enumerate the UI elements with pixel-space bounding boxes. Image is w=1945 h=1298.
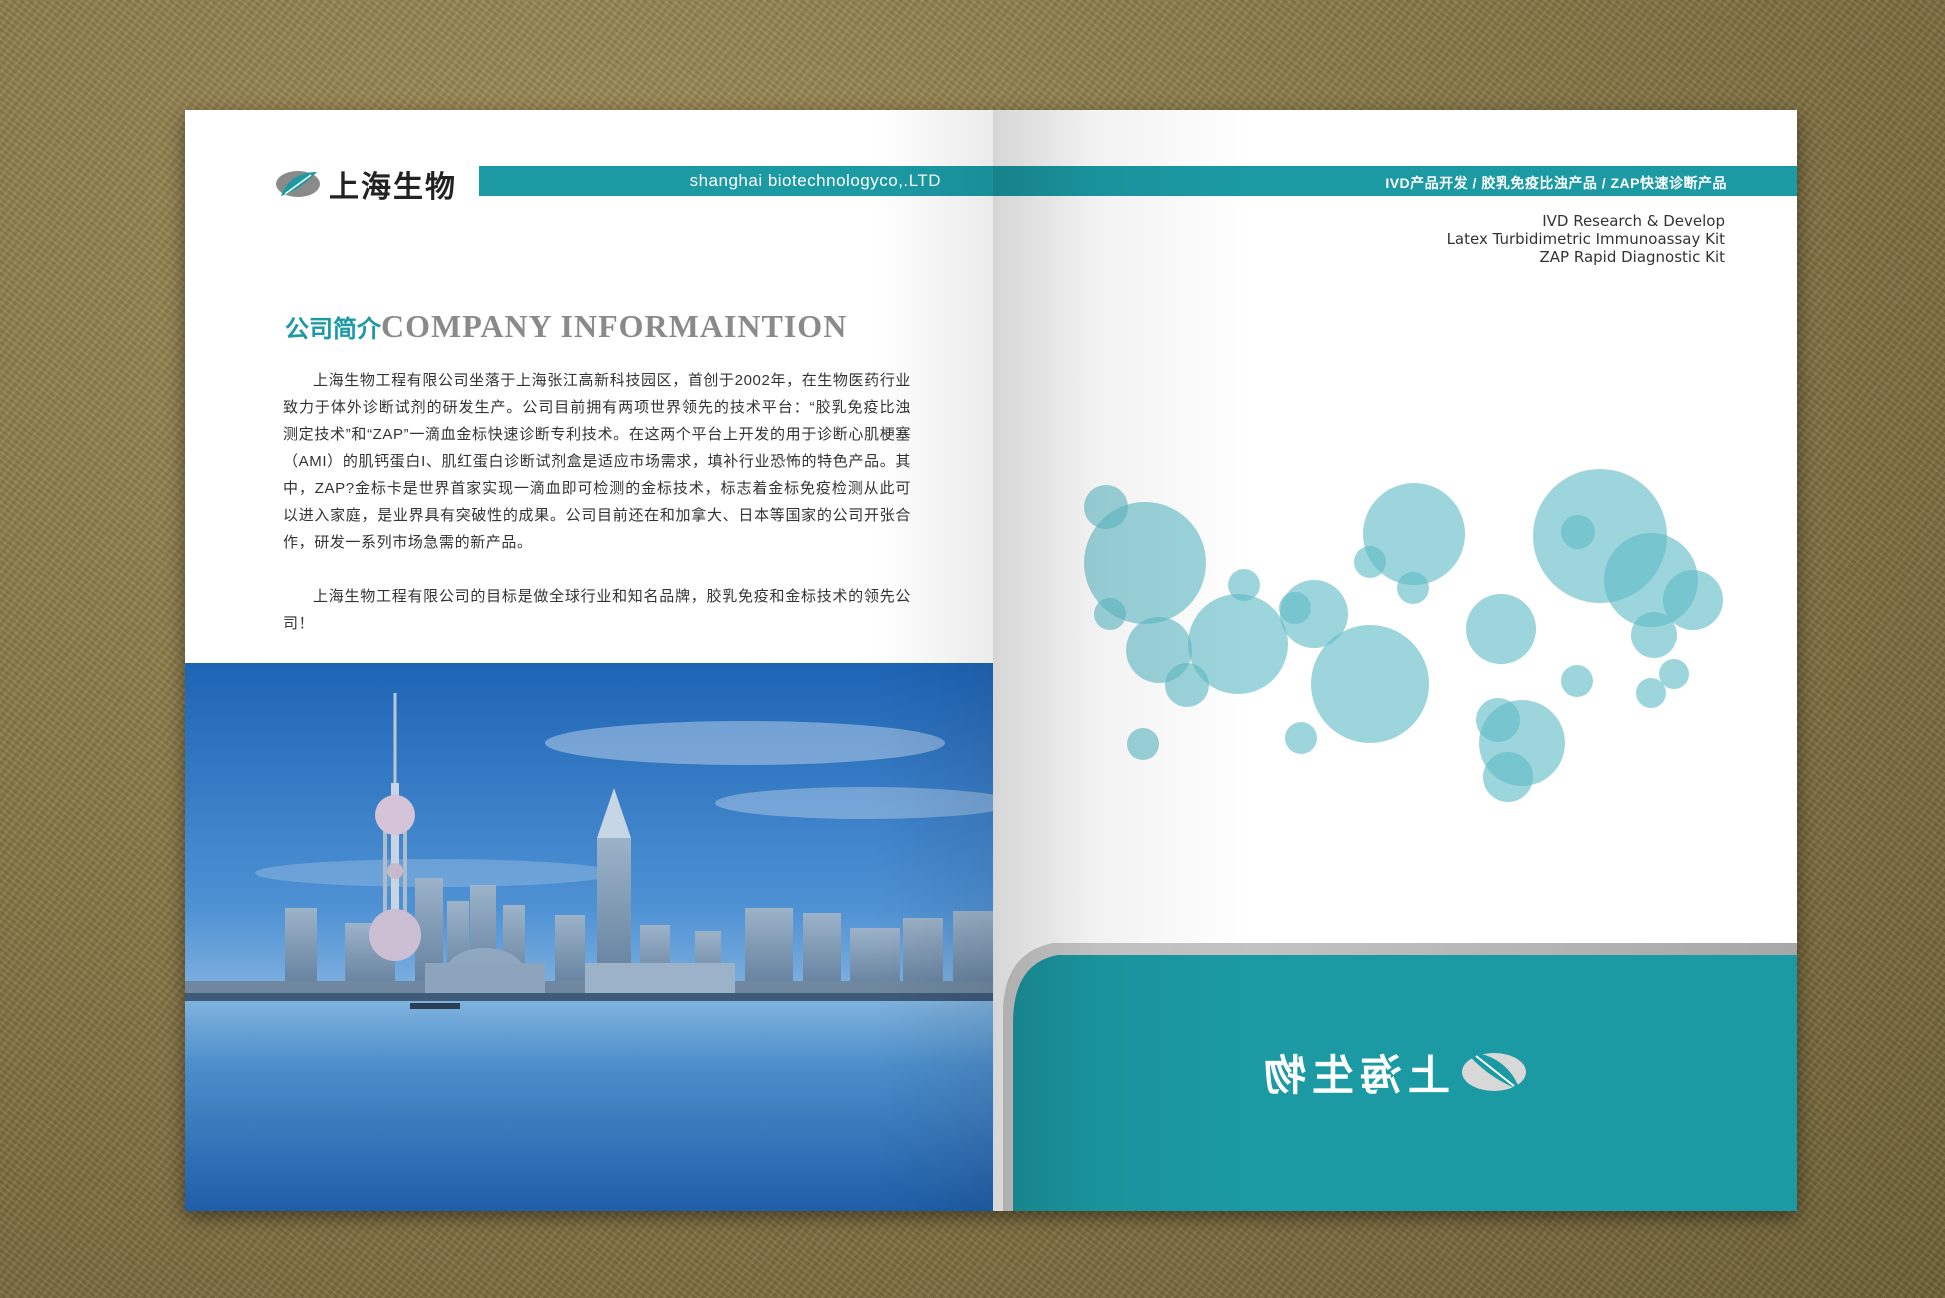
bubble xyxy=(1311,625,1429,743)
brochure-spread: 上海生物 shanghai biotechnologyco,.LTD 公司简介C… xyxy=(185,110,1797,1211)
brand-name: 上海生物 xyxy=(329,171,457,204)
bottom-logo-text: 上海生物 xyxy=(1258,1051,1450,1100)
section-title-cn: 公司简介 xyxy=(285,316,381,343)
intro-paragraph-2: 上海生物工程有限公司的目标是做全球行业和知名品牌，胶乳免疫和金标技术的领先公司！ xyxy=(283,588,911,632)
leaf-logo-icon xyxy=(1462,1052,1526,1091)
shanghai-skyline-photo xyxy=(185,663,993,1211)
bubble xyxy=(1483,752,1533,802)
right-page: IVD产品开发 / 胶乳免疫比浊产品 / ZAP快速诊断产品 IVD Resea… xyxy=(993,110,1797,1211)
bubble xyxy=(1466,594,1536,664)
header-band-left: shanghai biotechnologyco,.LTD xyxy=(479,166,993,196)
left-page: 上海生物 shanghai biotechnologyco,.LTD 公司简介C… xyxy=(185,110,993,1211)
intro-paragraph-1: 上海生物工程有限公司坐落于上海张江高新科技园区，首创于2002年，在生物医药行业… xyxy=(283,372,911,551)
bubble xyxy=(1228,569,1260,601)
section-title: 公司简介COMPANY INFORMAINTION xyxy=(285,308,847,345)
bubble xyxy=(1094,598,1126,630)
bubble xyxy=(1631,612,1677,658)
bubble xyxy=(1084,485,1128,529)
mirrored-brand-logo: 上海生物 xyxy=(1258,1051,1526,1100)
leaf-logo-icon xyxy=(276,171,320,197)
bubble xyxy=(1476,698,1520,742)
bubble xyxy=(1561,665,1593,697)
company-intro-text: 上海生物工程有限公司坐落于上海张江高新科技园区，首创于2002年，在生物医药行业… xyxy=(283,367,911,664)
bubble xyxy=(1636,678,1666,708)
company-english-name: shanghai biotechnologyco,.LTD xyxy=(689,171,941,190)
section-title-en: COMPANY INFORMAINTION xyxy=(381,308,848,344)
bubble xyxy=(1659,659,1689,689)
bubble xyxy=(1397,572,1429,604)
bubble xyxy=(1279,592,1311,624)
bubble xyxy=(1127,728,1159,760)
brand-logo: 上海生物 xyxy=(275,162,457,206)
bubble xyxy=(1188,594,1288,694)
bubble xyxy=(1354,546,1386,578)
bubble xyxy=(1285,722,1317,754)
bubble xyxy=(1561,515,1595,549)
